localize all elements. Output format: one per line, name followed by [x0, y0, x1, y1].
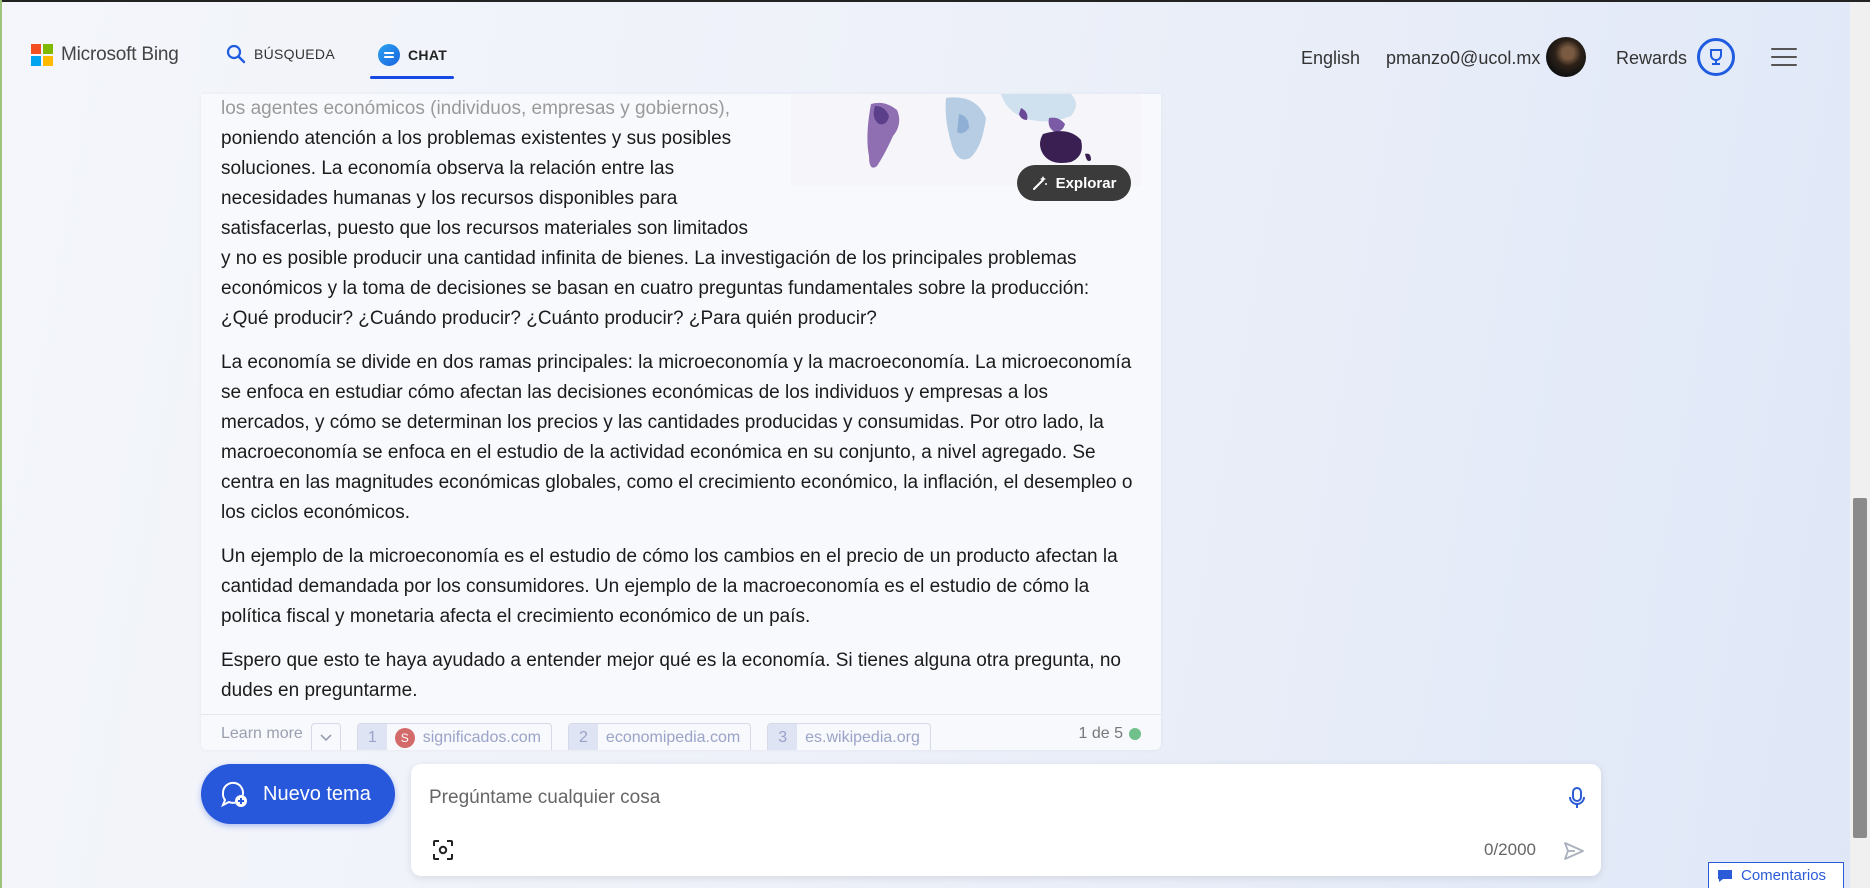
hamburger-menu-icon[interactable]: [1771, 48, 1797, 66]
trophy-icon[interactable]: [1697, 38, 1735, 76]
citation-link[interactable]: 2 economipedia.com: [568, 723, 752, 750]
answer-paragraph: Espero que esto te haya ayudado a entend…: [221, 650, 1121, 701]
chevron-down-icon[interactable]: [310, 723, 341, 750]
search-icon: [226, 44, 246, 64]
new-topic-label: Nuevo tema: [263, 782, 371, 805]
learn-more-label: Learn more: [221, 725, 303, 742]
response-count-text: 1 de 5: [1078, 725, 1123, 742]
wrapped-text-block: los agentes económicos (individuos, empr…: [221, 94, 766, 244]
tab-chat[interactable]: CHAT: [378, 44, 447, 66]
answer-text: los agentes económicos (individuos, empr…: [221, 94, 1141, 706]
rewards-link[interactable]: Rewards: [1616, 48, 1687, 69]
tab-search-label: BÚSQUEDA: [254, 46, 335, 62]
new-topic-button[interactable]: Nuevo tema: [201, 764, 395, 824]
feedback-button[interactable]: Comentarios: [1708, 862, 1844, 888]
chat-input[interactable]: [429, 782, 1529, 814]
answer-continuation: y no es posible producir una cantidad in…: [221, 248, 1090, 329]
answer-paragraph: Un ejemplo de la microeconomía es el est…: [221, 546, 1118, 627]
top-header: Microsoft Bing BÚSQUEDA CHAT English pma…: [0, 2, 1850, 94]
site-favicon-icon: S: [394, 728, 415, 748]
citation-source: economipedia.com: [605, 729, 741, 746]
answer-line: necesidades humanas y los recursos dispo…: [221, 188, 678, 209]
citation-number: 3: [768, 724, 798, 750]
avatar[interactable]: [1546, 37, 1586, 77]
microsoft-logo-icon: [31, 44, 53, 66]
chat-answer-card: Explorar los agentes económicos (individ…: [201, 94, 1161, 750]
answer-line: satisfacerlas, puesto que los recursos m…: [221, 218, 748, 239]
tab-chat-label: CHAT: [408, 47, 448, 63]
feedback-label: Comentarios: [1741, 867, 1827, 884]
language-switch[interactable]: English: [1301, 48, 1360, 69]
feedback-icon: [1718, 869, 1732, 882]
chat-composer: 0/2000: [411, 764, 1601, 876]
learn-more-bar: Learn more 1 S significados.com 2 econom…: [201, 714, 1161, 750]
tab-search[interactable]: BÚSQUEDA: [226, 44, 335, 64]
citation-link[interactable]: 1 S significados.com: [356, 723, 553, 750]
answer-line: soluciones. La economía observa la relac…: [221, 158, 675, 179]
logo-text: Microsoft Bing: [61, 44, 179, 65]
user-email[interactable]: pmanzo0@ucol.mx: [1386, 48, 1540, 69]
character-counter: 0/2000: [1484, 840, 1536, 859]
citation-number: 2: [569, 724, 598, 750]
citation-link[interactable]: 3 es.wikipedia.org: [767, 723, 931, 750]
status-dot-icon: [1129, 728, 1141, 740]
answer-line: poniendo atención a los problemas existe…: [221, 128, 732, 149]
visual-search-icon[interactable]: [429, 836, 457, 864]
citation-source: significados.com: [422, 729, 542, 746]
citation-source: es.wikipedia.org: [805, 729, 920, 746]
answer-paragraph: La economía se divide en dos ramas princ…: [221, 352, 1133, 523]
window-left-border: [0, 0, 2, 888]
active-tab-indicator: [370, 76, 454, 79]
new-chat-icon: [219, 779, 249, 809]
answer-line: los agentes económicos (individuos, empr…: [221, 98, 731, 119]
chat-icon: [378, 44, 400, 66]
microphone-icon[interactable]: [1561, 782, 1593, 814]
citation-number: 1: [357, 724, 387, 750]
response-counter: 1 de 5: [1079, 725, 1141, 743]
bing-logo[interactable]: Microsoft Bing: [31, 44, 179, 66]
send-icon[interactable]: [1559, 836, 1589, 866]
scrollbar-thumb[interactable]: [1853, 498, 1867, 838]
